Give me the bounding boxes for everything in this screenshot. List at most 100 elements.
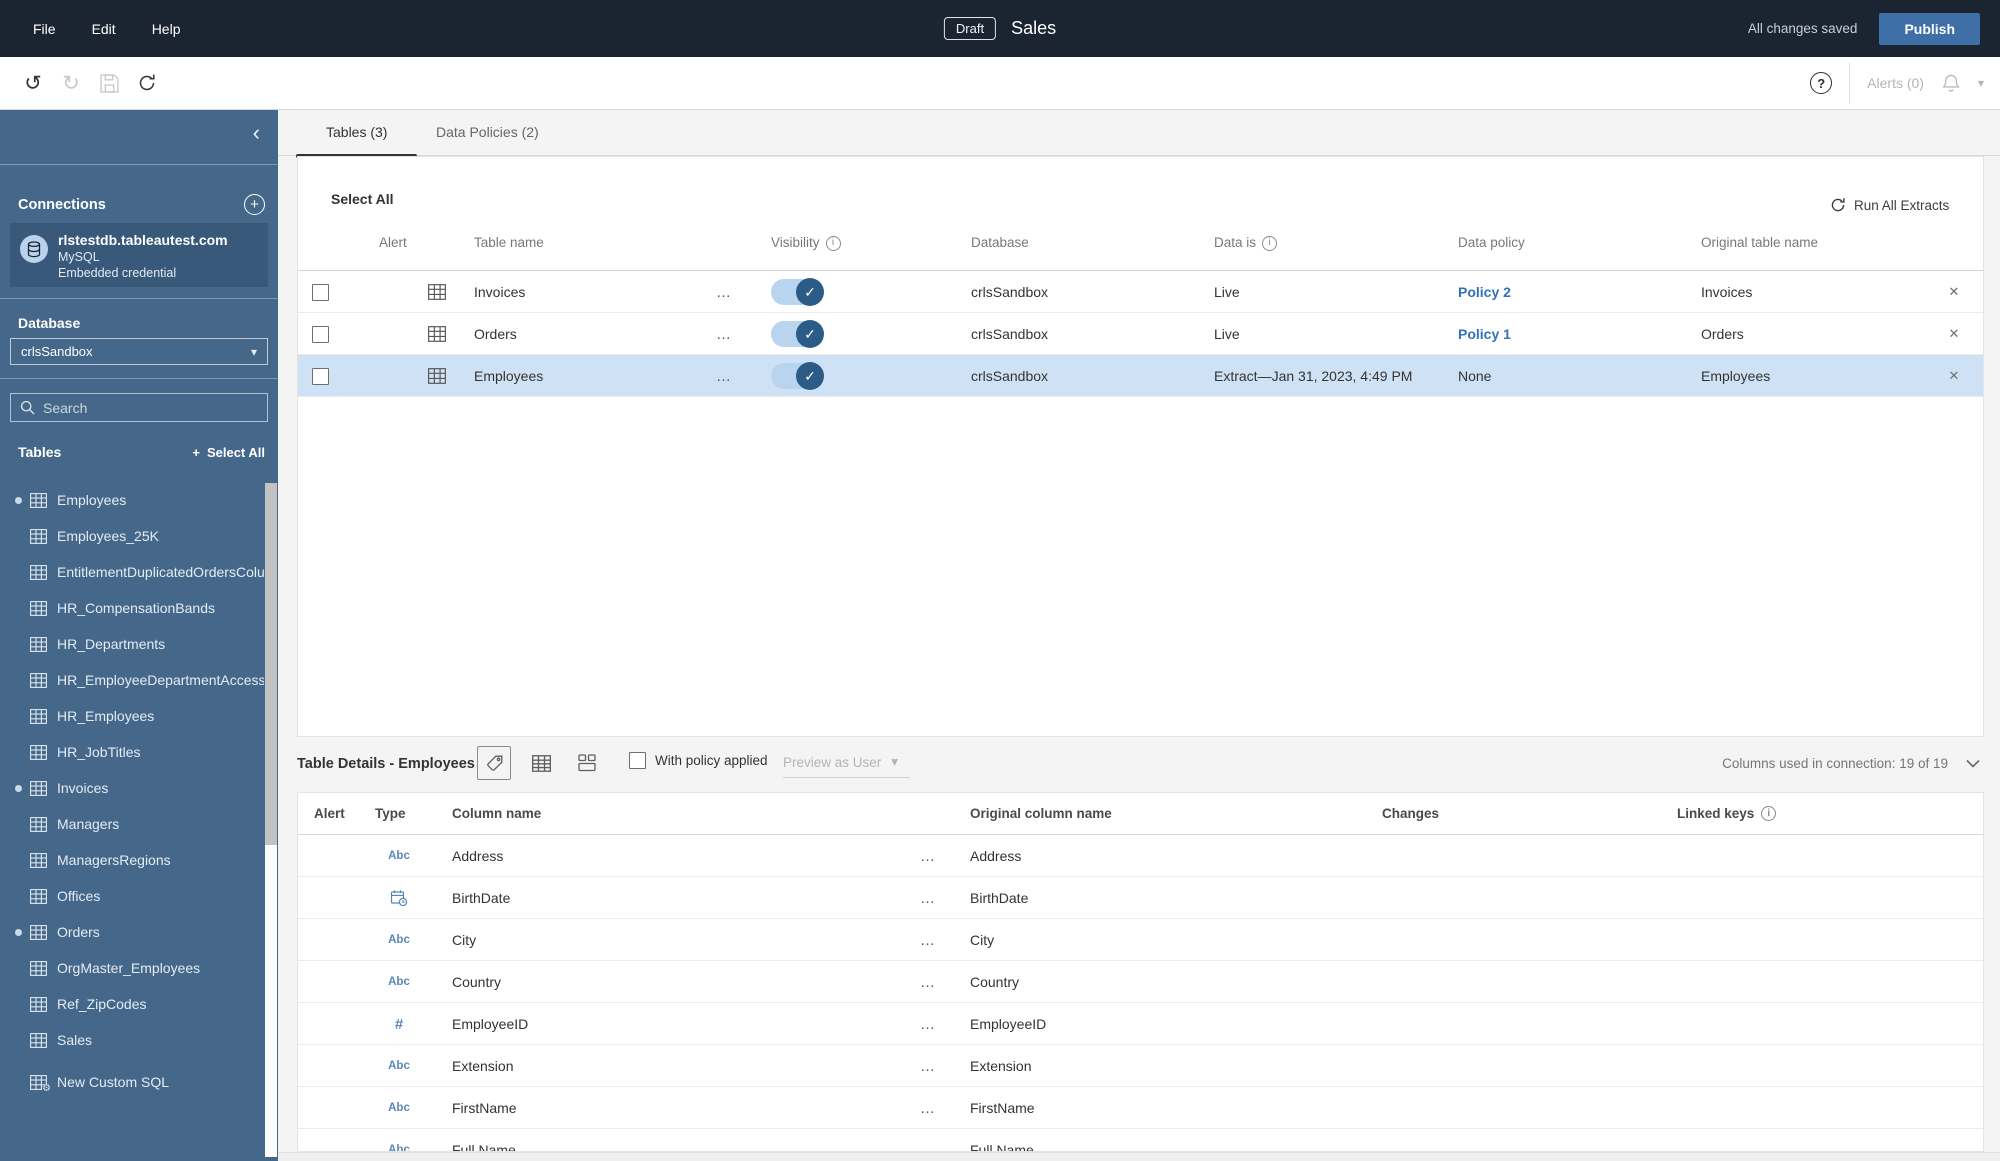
undo-icon[interactable]: ↺ bbox=[18, 68, 48, 98]
tag-view-button[interactable] bbox=[477, 746, 511, 780]
sidebar-table-item[interactable]: HR_CompensationBands bbox=[0, 590, 264, 626]
remove-table-icon[interactable]: ✕ bbox=[1944, 271, 1964, 313]
cards-view-button[interactable] bbox=[571, 746, 605, 780]
row-checkbox[interactable] bbox=[312, 271, 329, 313]
redo-icon[interactable]: ↻ bbox=[56, 68, 86, 98]
info-icon[interactable]: i bbox=[1262, 235, 1278, 251]
column-row[interactable]: Abc # Address … bbox=[298, 835, 1983, 877]
original-column-name: Full Name bbox=[970, 1142, 1034, 1152]
row-menu-icon[interactable]: … bbox=[920, 961, 936, 1003]
sidebar-table-item[interactable]: Employees bbox=[0, 482, 264, 518]
visibility-toggle[interactable]: ✓ bbox=[771, 355, 824, 397]
row-menu-icon[interactable]: … bbox=[920, 1045, 936, 1087]
column-row[interactable]: Abc # EmployeeID bbox=[298, 1003, 1983, 1045]
column-row[interactable]: Abc # FirstName bbox=[298, 1087, 1983, 1129]
column-row[interactable]: Abc # Extension bbox=[298, 1045, 1983, 1087]
tab-tables[interactable]: Tables (3) bbox=[295, 110, 419, 158]
tab-data-policies[interactable]: Data Policies (2) bbox=[432, 110, 543, 156]
run-all-extracts-button[interactable]: Run All Extracts bbox=[1830, 197, 1949, 213]
save-icon[interactable] bbox=[94, 68, 124, 98]
tables-rows: Invoices … ✓ crlsSandbox Live Policy 2 I… bbox=[298, 271, 1983, 397]
column-row[interactable]: Abc # Full Name bbox=[298, 1129, 1983, 1152]
data-policy-value[interactable]: Policy 2 bbox=[1458, 271, 1511, 313]
info-icon[interactable]: i bbox=[1761, 806, 1777, 821]
sidebar-table-item[interactable]: Sales bbox=[0, 1022, 264, 1058]
sidebar-table-item[interactable]: Invoices bbox=[0, 770, 264, 806]
select-all-button[interactable]: Select All bbox=[331, 191, 394, 207]
sidebar-table-item[interactable]: HR_EmployeeDepartmentAccesse bbox=[0, 662, 264, 698]
collapse-sidebar-icon[interactable]: ‹ bbox=[253, 122, 260, 144]
connections-header: Connections + bbox=[18, 194, 265, 215]
connection-card[interactable]: rlstestdb.tableautest.com MySQL Embedded… bbox=[10, 223, 268, 287]
original-column-name: EmployeeID bbox=[970, 1016, 1047, 1032]
sidebar-table-item[interactable]: Orders bbox=[0, 914, 264, 950]
table-details-header: Table Details - Employees With policy ap… bbox=[297, 737, 1984, 792]
bell-icon[interactable] bbox=[1941, 73, 1961, 94]
info-icon[interactable]: i bbox=[825, 235, 841, 251]
menu-edit[interactable]: Edit bbox=[92, 21, 116, 37]
table-row[interactable]: Invoices … ✓ crlsSandbox Live Policy 2 I… bbox=[298, 271, 1983, 313]
sidebar-table-item[interactable]: HR_Employees bbox=[0, 698, 264, 734]
row-menu-icon[interactable]: … bbox=[920, 919, 936, 961]
row-menu-icon[interactable]: … bbox=[920, 1129, 936, 1152]
column-row[interactable]: Abc # Country … bbox=[298, 961, 1983, 1003]
new-custom-sql-button[interactable]: ⚙ New Custom SQL bbox=[0, 1064, 264, 1100]
menu-file[interactable]: File bbox=[33, 21, 56, 37]
row-menu-icon[interactable]: … bbox=[716, 355, 732, 397]
add-connection-icon[interactable]: + bbox=[244, 194, 265, 215]
data-policy-value[interactable]: None bbox=[1458, 355, 1491, 397]
row-menu-icon[interactable]: … bbox=[716, 271, 732, 313]
table-row[interactable]: Orders … ✓ crlsSandbox Live Policy 1 Ord… bbox=[298, 313, 1983, 355]
sidebar-scrollbar[interactable] bbox=[265, 483, 277, 1157]
remove-table-icon[interactable]: ✕ bbox=[1944, 355, 1964, 397]
sidebar-table-item[interactable]: Employees_25K bbox=[0, 518, 264, 554]
string-type-icon: Abc bbox=[388, 1060, 410, 1072]
menu-help[interactable]: Help bbox=[152, 21, 181, 37]
search-input[interactable] bbox=[43, 399, 258, 416]
chevron-down-icon[interactable] bbox=[1966, 759, 1980, 768]
sidebar-table-item[interactable]: Offices bbox=[0, 878, 264, 914]
row-checkbox[interactable] bbox=[312, 313, 329, 355]
database-select[interactable]: crlsSandbox ▾ bbox=[10, 338, 268, 365]
visibility-toggle[interactable]: ✓ bbox=[771, 271, 824, 313]
refresh-icon[interactable] bbox=[132, 68, 162, 98]
grid-view-button[interactable] bbox=[524, 746, 558, 780]
sidebar-table-item[interactable]: Ref_ZipCodes bbox=[0, 986, 264, 1022]
sidebar-table-item[interactable]: Managers bbox=[0, 806, 264, 842]
with-policy-checkbox[interactable] bbox=[629, 752, 646, 769]
used-indicator-dot bbox=[15, 928, 22, 936]
row-menu-icon[interactable]: … bbox=[920, 1003, 936, 1045]
with-policy-label: With policy applied bbox=[655, 753, 768, 768]
sidebar-table-item[interactable]: ManagersRegions bbox=[0, 842, 264, 878]
tables-title: Tables bbox=[18, 444, 62, 460]
sidebar-table-name: HR_JobTitles bbox=[57, 744, 141, 760]
sidebar-table-item[interactable]: HR_JobTitles bbox=[0, 734, 264, 770]
alerts-caret-icon[interactable]: ▾ bbox=[1978, 76, 1984, 90]
used-indicator-dot bbox=[15, 784, 22, 792]
help-icon[interactable]: ? bbox=[1810, 72, 1833, 94]
sidebar-select-all-button[interactable]: + Select All bbox=[192, 445, 265, 460]
column-row[interactable]: Abc # BirthDate bbox=[298, 877, 1983, 919]
row-menu-icon[interactable]: … bbox=[920, 877, 936, 919]
column-row[interactable]: Abc # City … bbox=[298, 919, 1983, 961]
sidebar-table-item[interactable]: OrgMaster_Employees bbox=[0, 950, 264, 986]
row-menu-icon[interactable]: … bbox=[920, 1087, 936, 1129]
row-checkbox[interactable] bbox=[312, 355, 329, 397]
database-label: Database bbox=[18, 315, 81, 331]
row-menu-icon[interactable]: … bbox=[716, 313, 732, 355]
string-type-icon: Abc bbox=[388, 1144, 410, 1152]
sidebar-table-item[interactable]: HR_Departments bbox=[0, 626, 264, 662]
table-row[interactable]: Employees … ✓ crlsSandbox Extract—Jan 31… bbox=[298, 355, 1983, 397]
remove-table-icon[interactable]: ✕ bbox=[1944, 313, 1964, 355]
row-menu-icon[interactable]: … bbox=[920, 835, 936, 877]
publish-button[interactable]: Publish bbox=[1879, 12, 1980, 45]
sidebar-scrollbar-thumb[interactable] bbox=[265, 483, 277, 845]
data-type-icon: Abc # bbox=[378, 1003, 420, 1045]
visibility-toggle[interactable]: ✓ bbox=[771, 313, 824, 355]
preview-as-user-dropdown[interactable]: Preview as User ▾ bbox=[783, 747, 910, 778]
sidebar-table-item[interactable]: EntitlementDuplicatedOrdersColu bbox=[0, 554, 264, 590]
horizontal-scrollbar-track[interactable] bbox=[278, 1152, 2000, 1161]
original-table-name: Invoices bbox=[1701, 284, 1753, 300]
data-policy-value[interactable]: Policy 1 bbox=[1458, 313, 1511, 355]
sidebar-table-name: HR_Employees bbox=[57, 708, 155, 724]
